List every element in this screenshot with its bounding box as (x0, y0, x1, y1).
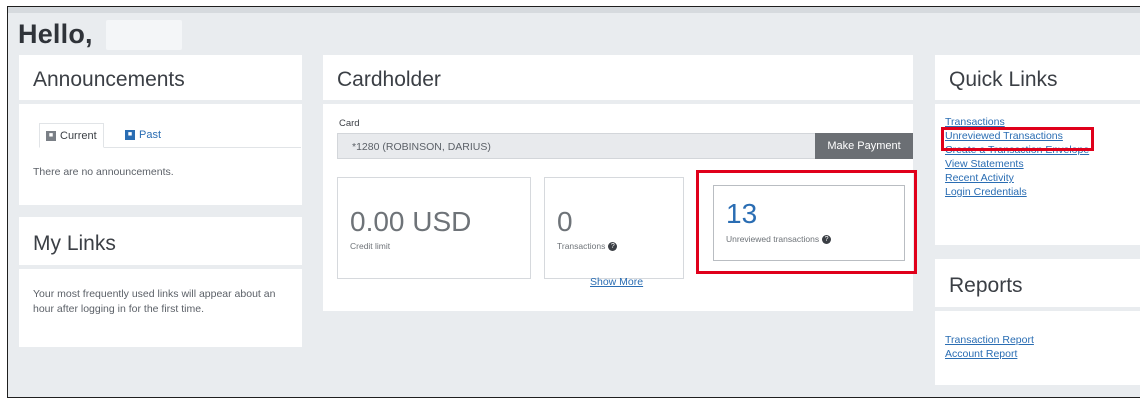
credit-limit-label: Credit limit (350, 241, 391, 251)
my-links-description: Your most frequently used links will app… (33, 288, 276, 315)
transactions-label-row: Transactions? (557, 241, 618, 252)
report-account-link[interactable]: Account Report (945, 348, 1017, 360)
credit-limit-tile: 0.00 USD Credit limit (337, 177, 531, 279)
transactions-label: Transactions (557, 241, 606, 251)
dashboard-frame: Hello, Announcements ■ Current ■ Past Th… (7, 6, 1140, 398)
current-tab-icon: ■ (46, 130, 56, 141)
divider (19, 265, 302, 269)
my-links-title: My Links (33, 232, 116, 255)
past-tab-icon: ■ (125, 130, 135, 140)
show-more-link[interactable]: Show More (590, 276, 643, 288)
tab-current-label: Current (60, 129, 97, 142)
transactions-value: 0 (557, 206, 573, 237)
divider (935, 307, 1140, 311)
no-announcements-text: There are no announcements. (33, 166, 174, 178)
announcements-title: Announcements (33, 68, 185, 91)
transactions-tile[interactable]: 0 Transactions? (544, 177, 684, 279)
report-transaction-link[interactable]: Transaction Report (945, 334, 1034, 346)
card-label: Card (339, 118, 360, 129)
cardholder-title: Cardholder (337, 68, 441, 91)
tab-past[interactable]: ■ Past (125, 123, 161, 147)
make-payment-button[interactable]: Make Payment (815, 133, 913, 159)
divider (323, 100, 913, 104)
highlight-unreviewed-link (941, 127, 1094, 151)
my-links-panel: My Links Your most frequently used links… (19, 217, 302, 347)
credit-limit-value: 0.00 USD (350, 206, 472, 237)
quick-link-login-credentials[interactable]: Login Credentials (945, 186, 1027, 198)
quick-link-recent-activity[interactable]: Recent Activity (945, 172, 1014, 184)
help-icon[interactable]: ? (608, 242, 618, 252)
quick-links-title: Quick Links (949, 68, 1058, 91)
reports-list: Transaction Report Account Report (945, 333, 1034, 361)
tab-past-label: Past (139, 129, 162, 141)
top-strip (8, 7, 1140, 13)
quick-link-view-statements[interactable]: View Statements (945, 158, 1024, 170)
highlight-unreviewed-tile (696, 170, 917, 274)
greeting: Hello, (18, 19, 93, 49)
reports-panel: Reports Transaction Report Account Repor… (935, 259, 1140, 385)
reports-title: Reports (949, 274, 1023, 297)
divider (19, 100, 302, 104)
card-select[interactable]: *1280 (ROBINSON, DARIUS) Make Payment (337, 133, 913, 159)
divider (935, 100, 1140, 104)
card-value: *1280 (ROBINSON, DARIUS) (352, 141, 491, 153)
tab-current[interactable]: ■ Current (39, 123, 104, 148)
announcements-tabs: ■ Current ■ Past (39, 123, 301, 148)
redacted-user-name (106, 20, 182, 50)
